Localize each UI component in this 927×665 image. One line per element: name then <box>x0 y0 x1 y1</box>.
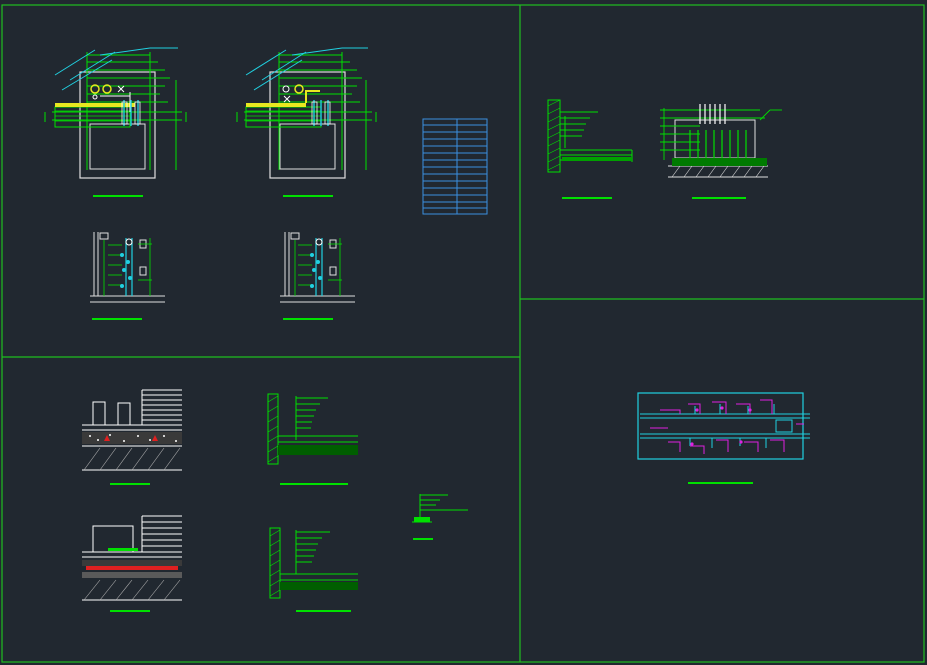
wall-base-detail-1 <box>267 393 358 485</box>
floor-section-2 <box>82 515 182 612</box>
schedule-table <box>422 118 488 215</box>
pit-detail-1 <box>44 47 187 197</box>
panel-bottom-right <box>637 392 810 484</box>
wall-base-detail-2 <box>269 527 358 612</box>
floor-section-1 <box>82 389 182 485</box>
panel-top-left <box>44 47 488 320</box>
piping-plan <box>637 392 810 484</box>
pit-detail-2 <box>236 47 377 197</box>
panel-bottom-left <box>82 389 468 612</box>
small-detail <box>412 494 468 540</box>
manifold-section <box>660 104 782 199</box>
wall-floor-junction <box>547 99 633 199</box>
panel-top-right <box>547 99 782 199</box>
cad-drawing-sheet <box>1 4 925 663</box>
riser-section-2 <box>280 232 355 320</box>
riser-section-1 <box>90 232 165 320</box>
